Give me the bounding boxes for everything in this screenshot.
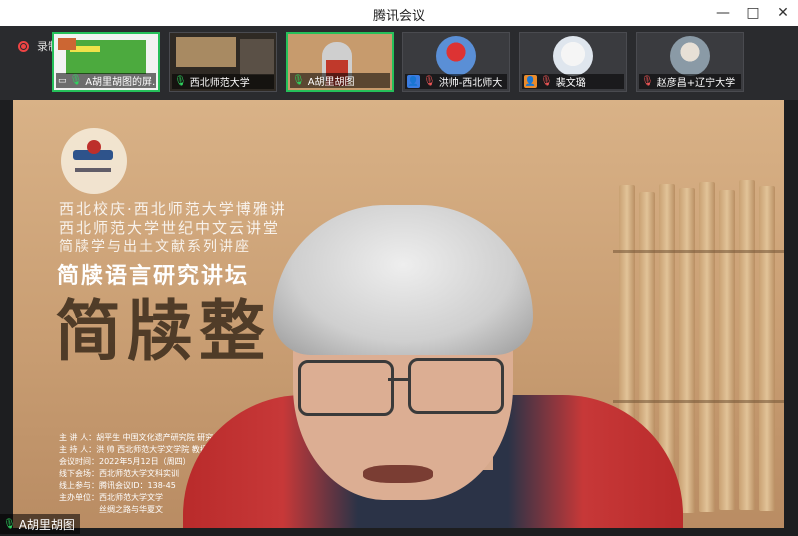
avatar	[436, 36, 476, 76]
participant-name: 西北师范大学	[189, 78, 250, 89]
record-icon	[18, 40, 29, 52]
participant-label: 👤 🎙 裴文璐	[522, 74, 624, 89]
participant-tile-hongshuai[interactable]: 👤 🎙 洪帅-西北师大	[402, 32, 510, 92]
screen-share-icon: ▭	[58, 75, 67, 86]
close-button[interactable]: ✕	[768, 0, 798, 26]
main-video: 西北校庆·西北师范大学博雅讲 西北师范大学世纪中文云讲堂 简牍学与出土文献系列讲…	[13, 100, 784, 528]
participant-name: A胡里胡图	[307, 77, 355, 88]
participant-name: A胡里胡图的屏…	[85, 77, 156, 88]
participant-tile-zhaoyanchang[interactable]: 🎙 赵彦昌+辽宁大学	[636, 32, 744, 92]
window-title: 腾讯会议	[372, 9, 425, 24]
speaker-name-bar: 🎙 A胡里胡图	[0, 514, 80, 534]
mic-on-icon: 🎙	[174, 76, 187, 87]
poster-line-1: 西北校庆·西北师范大学博雅讲	[59, 200, 287, 218]
title-bar: 腾讯会议 — □ ✕	[0, 0, 798, 26]
participant-name: 赵彦昌+辽宁大学	[656, 78, 736, 89]
participant-name: 洪帅-西北师大	[438, 78, 503, 89]
person-icon: 👤	[524, 75, 537, 88]
maximize-button[interactable]: □	[738, 0, 768, 26]
mic-on-icon: 🎙	[3, 518, 16, 530]
speaker-name: A胡里胡图	[18, 517, 75, 532]
participant-tile-screen-share[interactable]: ▭ 🎙 A胡里胡图的屏…	[52, 32, 160, 92]
person-icon: 👤	[407, 75, 420, 88]
minimize-button[interactable]: —	[708, 0, 738, 26]
participant-label: 🎙 A胡里胡图	[290, 73, 390, 88]
avatar	[553, 36, 593, 76]
participant-label: ▭ 🎙 A胡里胡图的屏…	[56, 73, 156, 88]
mic-off-icon: 🎙	[423, 76, 436, 87]
participant-label: 🎙 西北师范大学	[172, 74, 274, 89]
participant-tile-speaker[interactable]: 🎙 A胡里胡图	[286, 32, 394, 92]
event-logo	[61, 128, 127, 194]
mic-off-icon: 🎙	[540, 76, 553, 87]
participant-tile-peiwenlu[interactable]: 👤 🎙 裴文璐	[519, 32, 627, 92]
speaker-video	[183, 205, 683, 528]
participant-tile-nwnu[interactable]: 🎙 西北师范大学	[169, 32, 277, 92]
mic-off-icon: 🎙	[641, 76, 654, 87]
participant-label: 🎙 赵彦昌+辽宁大学	[639, 74, 741, 89]
mic-on-icon: 🎙	[292, 75, 305, 86]
participant-name: 裴文璐	[555, 78, 586, 89]
mic-on-icon: 🎙	[69, 75, 83, 86]
participant-label: 👤 🎙 洪帅-西北师大	[405, 74, 507, 89]
avatar	[670, 36, 710, 76]
